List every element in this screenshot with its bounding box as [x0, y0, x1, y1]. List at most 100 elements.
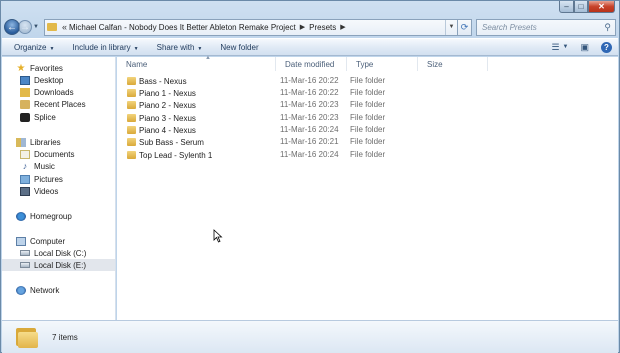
sidebar-item-documents[interactable]: Documents [2, 148, 115, 160]
videos-icon [20, 186, 30, 196]
sidebar-item-label: Downloads [34, 87, 74, 97]
sidebar-item-label: Recent Places [34, 99, 86, 109]
documents-icon [20, 149, 30, 159]
maximize-button[interactable]: □ [574, 1, 588, 13]
sidebar-item-favorites[interactable]: ★ Favorites [2, 62, 115, 74]
sidebar-item-pictures[interactable]: Pictures [2, 173, 115, 185]
view-controls: ☰ ▼ ▣ ? [543, 41, 612, 53]
search-placeholder: Search Presets [482, 22, 537, 32]
breadcrumb-project[interactable]: Michael Calfan - Nobody Does It Better A… [69, 23, 296, 32]
file-name: Piano 3 - Nexus [139, 113, 196, 123]
downloads-folder-icon [20, 87, 30, 97]
sidebar-item-label: Homegroup [30, 211, 72, 221]
chevron-down-icon: ▼ [49, 45, 55, 52]
sidebar-item-homegroup[interactable]: Homegroup [2, 210, 115, 222]
sidebar-item-label: Documents [34, 149, 75, 159]
hard-disk-icon [20, 250, 30, 256]
sidebar-item-desktop[interactable]: Desktop [2, 74, 115, 86]
help-icon: ? [601, 41, 612, 53]
homegroup-icon [16, 211, 26, 221]
sidebar-item-videos[interactable]: Videos [2, 185, 115, 197]
breadcrumb-separator-icon[interactable]: ▶ [300, 23, 305, 31]
file-type: File folder [350, 88, 386, 97]
minimize-button[interactable]: – [559, 1, 574, 13]
chevron-down-icon: ▼ [133, 45, 139, 52]
forward-button[interactable]: → [18, 20, 32, 34]
column-header-type[interactable]: Type [347, 57, 418, 71]
help-button[interactable]: ? [601, 41, 612, 53]
file-date: 11-Mar-16 20:21 [280, 137, 339, 146]
organize-menu[interactable]: Organize ▼ [14, 43, 54, 52]
address-bar[interactable]: « Michael Calfan - Nobody Does It Better… [43, 18, 458, 36]
file-date: 11-Mar-16 20:22 [280, 76, 339, 85]
sidebar-item-computer[interactable]: Computer [2, 235, 115, 247]
music-icon: ♪ [22, 160, 28, 171]
sidebar-item-local-disk-e[interactable]: Local Disk (E:) [2, 259, 115, 271]
table-row[interactable]: Piano 3 - Nexus 11-Mar-16 20:23 File fol… [117, 112, 437, 124]
breadcrumb-overflow[interactable]: « [62, 22, 67, 32]
change-view-icon[interactable]: ☰ [551, 42, 559, 53]
table-row[interactable]: Piano 2 - Nexus 11-Mar-16 20:23 File fol… [117, 99, 437, 111]
file-name: Piano 1 - Nexus [139, 88, 196, 98]
hard-disk-icon [20, 262, 30, 268]
file-type: File folder [350, 137, 386, 146]
file-date: 11-Mar-16 20:22 [280, 88, 339, 97]
item-count: 7 items [52, 332, 78, 342]
file-type: File folder [350, 100, 386, 109]
sidebar-item-label: Splice [34, 112, 56, 122]
close-button[interactable]: ✕ [588, 1, 615, 13]
sidebar-item-recent-places[interactable]: Recent Places [2, 98, 115, 110]
sidebar-item-label: Music [34, 161, 55, 171]
computer-icon [16, 236, 26, 246]
column-header-name[interactable]: Name ▲ [117, 55, 276, 71]
sidebar-item-label: Pictures [34, 174, 63, 184]
sidebar-item-music[interactable]: ♪ Music [2, 160, 115, 172]
column-header-label: Type [356, 59, 374, 69]
navigation-pane: ★ Favorites Desktop Downloads Recent Pla… [2, 57, 116, 320]
file-type: File folder [350, 125, 386, 134]
sidebar-item-label: Libraries [30, 137, 61, 147]
back-arrow-icon: ← [7, 21, 17, 33]
column-header-date-modified[interactable]: Date modified [276, 57, 347, 71]
table-row[interactable]: Sub Bass - Serum 11-Mar-16 20:21 File fo… [117, 136, 437, 148]
file-date: 11-Mar-16 20:23 [280, 100, 339, 109]
more-views-dropdown-icon[interactable]: ▼ [563, 44, 569, 50]
breadcrumb-separator-icon[interactable]: ▶ [340, 23, 345, 31]
command-bar: Organize ▼ Include in library ▼ Share with… [2, 38, 618, 56]
preview-pane-icon[interactable]: ▣ [580, 42, 589, 53]
recent-pages-dropdown[interactable]: ▼ [33, 24, 39, 30]
forward-arrow-icon: → [20, 21, 30, 33]
file-type: File folder [350, 150, 386, 159]
breadcrumb-presets[interactable]: Presets [309, 23, 336, 32]
sidebar-item-local-disk-c[interactable]: Local Disk (C:) [2, 247, 115, 259]
share-with-menu[interactable]: Share with ▼ [157, 43, 203, 52]
mouse-cursor-icon [213, 229, 223, 243]
new-folder-button[interactable]: New folder [220, 43, 258, 52]
table-row[interactable]: Piano 4 - Nexus 11-Mar-16 20:24 File fol… [117, 124, 437, 136]
file-type: File folder [350, 113, 386, 122]
search-input[interactable]: Search Presets ⚲ [476, 18, 616, 36]
column-header-size[interactable]: Size [418, 57, 488, 71]
sidebar-item-label: Desktop [34, 75, 64, 85]
file-name: Top Lead - Sylenth 1 [139, 150, 213, 160]
sidebar-item-label: Computer [30, 236, 66, 246]
folder-icon [16, 326, 38, 348]
chevron-down-icon: ▼ [197, 45, 203, 52]
search-icon[interactable]: ⚲ [604, 22, 611, 33]
sidebar-item-libraries[interactable]: Libraries [2, 136, 115, 148]
table-row[interactable]: Top Lead - Sylenth 1 11-Mar-16 20:24 Fil… [117, 149, 437, 161]
file-name: Piano 4 - Nexus [139, 125, 196, 135]
file-name: Piano 2 - Nexus [139, 100, 196, 110]
refresh-button[interactable]: ⟳ [458, 18, 472, 36]
sidebar-item-label: Network [30, 285, 60, 295]
sidebar-item-splice[interactable]: Splice [2, 111, 115, 123]
sidebar-item-network[interactable]: Network [2, 284, 115, 296]
column-header-label: Name [126, 59, 148, 69]
address-dropdown-icon[interactable]: ▼ [445, 19, 457, 35]
sidebar-item-label: Local Disk (C:) [34, 248, 87, 258]
table-row[interactable]: Piano 1 - Nexus 11-Mar-16 20:22 File fol… [117, 87, 437, 99]
table-row[interactable]: Bass - Nexus 11-Mar-16 20:22 File folder [117, 75, 437, 87]
pictures-icon [20, 174, 30, 184]
sidebar-item-downloads[interactable]: Downloads [2, 86, 115, 98]
include-in-library-menu[interactable]: Include in library ▼ [72, 43, 138, 52]
